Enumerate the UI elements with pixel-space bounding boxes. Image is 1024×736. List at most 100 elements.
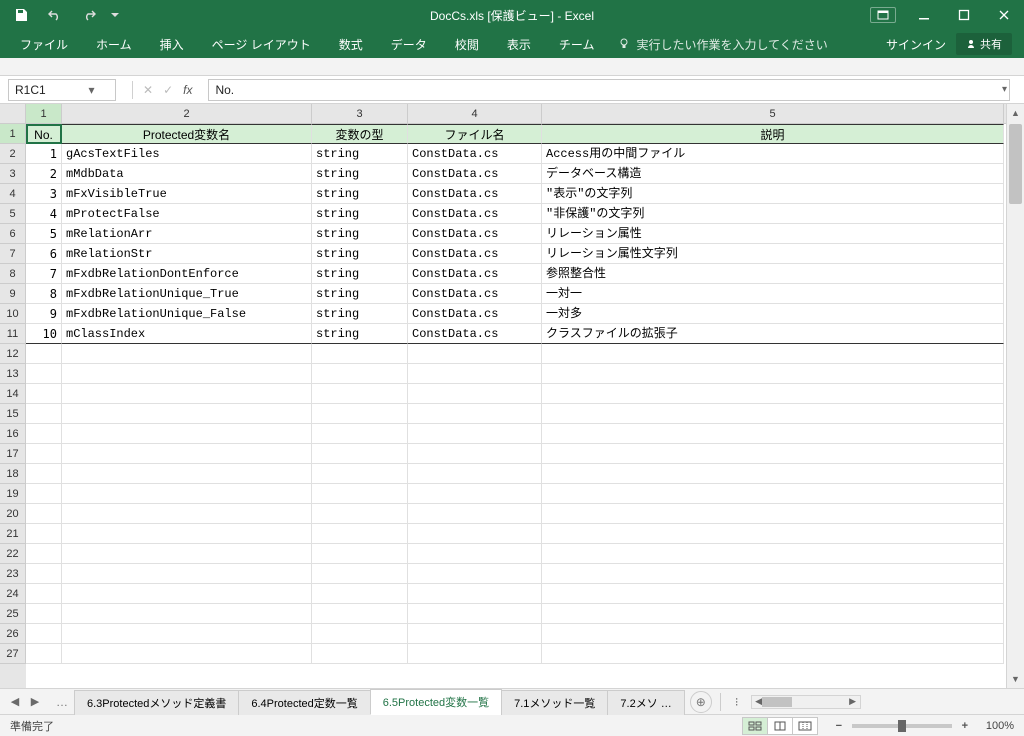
empty-cell[interactable] [26,524,62,544]
data-cell[interactable]: mClassIndex [62,324,312,344]
page-break-view-button[interactable] [792,717,818,735]
row-header[interactable]: 13 [0,364,26,384]
new-sheet-button[interactable]: ⊕ [690,691,712,713]
vertical-scroll-thumb[interactable] [1009,124,1022,204]
data-cell[interactable]: string [312,324,408,344]
empty-cell[interactable] [542,504,1004,524]
data-cell[interactable]: string [312,284,408,304]
row-header[interactable]: 7 [0,244,26,264]
row-header[interactable]: 4 [0,184,26,204]
name-box[interactable]: R1C1 ▾ [8,79,116,101]
empty-cell[interactable] [312,364,408,384]
sheet-nav-prev-button[interactable]: ◀ [6,695,24,708]
row-header[interactable]: 15 [0,404,26,424]
empty-cell[interactable] [312,584,408,604]
data-cell[interactable]: 7 [26,264,62,284]
data-cell[interactable]: mRelationStr [62,244,312,264]
zoom-slider-thumb[interactable] [898,720,906,732]
data-cell[interactable]: 1 [26,144,62,164]
ribbon-tab-insert[interactable]: 挿入 [146,30,198,59]
tab-options-button[interactable]: ⁝ [729,695,745,709]
row-header[interactable]: 24 [0,584,26,604]
data-cell[interactable]: "表示"の文字列 [542,184,1004,204]
ribbon-tab-view[interactable]: 表示 [493,30,545,59]
empty-cell[interactable] [542,564,1004,584]
empty-cell[interactable] [408,544,542,564]
empty-cell[interactable] [62,364,312,384]
scroll-down-icon[interactable]: ▼ [1007,674,1024,684]
empty-cell[interactable] [26,544,62,564]
empty-cell[interactable] [62,644,312,664]
empty-cell[interactable] [312,344,408,364]
empty-cell[interactable] [542,484,1004,504]
empty-cell[interactable] [542,644,1004,664]
empty-cell[interactable] [542,584,1004,604]
empty-cell[interactable] [312,424,408,444]
empty-cell[interactable] [62,584,312,604]
formula-input[interactable]: No. ▾ [208,79,1010,101]
undo-button[interactable] [40,0,70,30]
cancel-formula-button[interactable]: ✕ [143,83,153,97]
empty-cell[interactable] [542,444,1004,464]
row-header[interactable]: 9 [0,284,26,304]
data-cell[interactable]: gAcsTextFiles [62,144,312,164]
row-header[interactable]: 19 [0,484,26,504]
data-cell[interactable]: mFxdbRelationUnique_True [62,284,312,304]
data-cell[interactable]: 10 [26,324,62,344]
data-cell[interactable]: mRelationArr [62,224,312,244]
data-cell[interactable]: 6 [26,244,62,264]
data-cell[interactable]: ConstData.cs [408,324,542,344]
data-cell[interactable]: mFxdbRelationUnique_False [62,304,312,324]
sheet-tab[interactable]: 6.3Protectedメソッド定義書 [74,690,239,715]
data-cell[interactable]: 5 [26,224,62,244]
empty-cell[interactable] [542,424,1004,444]
empty-cell[interactable] [542,344,1004,364]
data-cell[interactable]: 一対多 [542,304,1004,324]
data-cell[interactable]: ConstData.cs [408,164,542,184]
ribbon-tab-team[interactable]: チーム [545,30,609,59]
column-header[interactable]: 1 [26,104,62,123]
empty-cell[interactable] [312,444,408,464]
qat-customize-button[interactable] [108,0,122,30]
scroll-right-icon[interactable]: ▶ [846,696,860,707]
ribbon-tab-formulas[interactable]: 数式 [325,30,377,59]
ribbon-tab-data[interactable]: データ [377,30,441,59]
ribbon-tab-home[interactable]: ホーム [82,30,146,59]
empty-cell[interactable] [26,644,62,664]
redo-button[interactable] [74,0,104,30]
data-cell[interactable]: 2 [26,164,62,184]
row-header[interactable]: 20 [0,504,26,524]
zoom-value[interactable]: 100% [986,720,1014,732]
ribbon-tab-page-layout[interactable]: ページ レイアウト [198,30,325,59]
data-cell[interactable]: ConstData.cs [408,284,542,304]
data-cell[interactable]: string [312,184,408,204]
ribbon-tab-file[interactable]: ファイル [6,30,82,59]
data-cell[interactable]: ConstData.cs [408,304,542,324]
empty-cell[interactable] [408,564,542,584]
vertical-scrollbar[interactable]: ▲ ▼ [1006,104,1024,688]
insert-function-button[interactable]: fx [183,83,192,97]
empty-cell[interactable] [312,544,408,564]
empty-cell[interactable] [408,464,542,484]
empty-cell[interactable] [26,464,62,484]
empty-cell[interactable] [62,384,312,404]
row-header[interactable]: 14 [0,384,26,404]
data-cell[interactable]: mProtectFalse [62,204,312,224]
empty-cell[interactable] [62,344,312,364]
page-layout-view-button[interactable] [767,717,793,735]
empty-cell[interactable] [26,624,62,644]
data-cell[interactable]: ConstData.cs [408,184,542,204]
empty-cell[interactable] [408,364,542,384]
empty-cell[interactable] [312,404,408,424]
select-all-corner[interactable] [0,104,26,124]
minimize-button[interactable] [904,0,944,30]
empty-cell[interactable] [408,604,542,624]
ribbon-tab-review[interactable]: 校閲 [441,30,493,59]
data-cell[interactable]: ConstData.cs [408,144,542,164]
empty-cell[interactable] [312,484,408,504]
empty-cell[interactable] [542,464,1004,484]
sheet-nav-next-button[interactable]: ▶ [26,695,44,708]
sheet-tab[interactable]: 7.2メソ … [607,690,684,715]
horizontal-scroll-thumb[interactable] [762,697,792,707]
row-header[interactable]: 16 [0,424,26,444]
